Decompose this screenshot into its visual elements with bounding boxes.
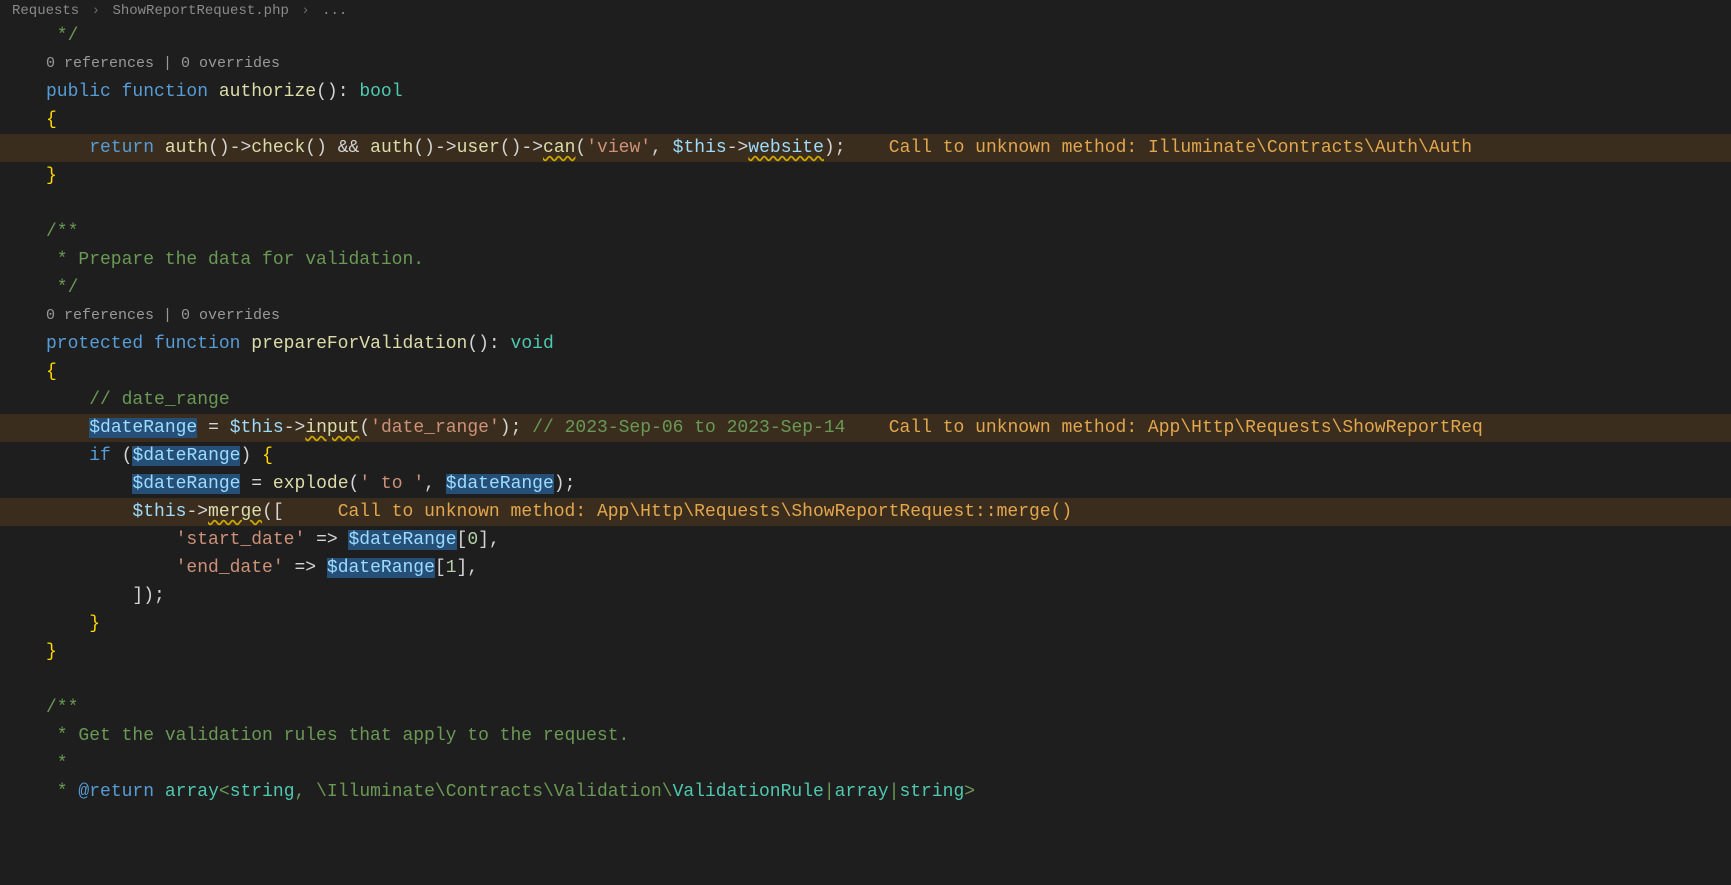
code-line[interactable]: /** (0, 694, 1731, 722)
breadcrumb-item[interactable]: Requests (12, 3, 79, 19)
code-line[interactable]: } (0, 638, 1731, 666)
chevron-right-icon: › (301, 3, 309, 19)
code-line[interactable]: if ($dateRange) { (0, 442, 1731, 470)
code-line[interactable]: } (0, 610, 1731, 638)
code-line[interactable]: $dateRange = explode(' to ', $dateRange)… (0, 470, 1731, 498)
code-line[interactable]: $this->merge([ Call to unknown method: A… (0, 498, 1731, 526)
inline-error[interactable]: Call to unknown method: App\Http\Request… (338, 502, 1073, 522)
code-line[interactable]: 'start_date' => $dateRange[0], (0, 526, 1731, 554)
code-line[interactable]: * Get the validation rules that apply to… (0, 722, 1731, 750)
chevron-right-icon: › (92, 3, 100, 19)
inline-error[interactable]: Call to unknown method: Illuminate\Contr… (889, 138, 1472, 158)
code-line[interactable]: public function authorize(): bool (0, 78, 1731, 106)
codelens[interactable]: 0 references | 0 overrides (0, 302, 1731, 330)
breadcrumb-item[interactable]: ... (322, 3, 347, 19)
code-line[interactable] (0, 666, 1731, 694)
code-line[interactable]: // date_range (0, 386, 1731, 414)
code-line[interactable]: $dateRange = $this->input('date_range');… (0, 414, 1731, 442)
code-line[interactable]: */ (0, 22, 1731, 50)
code-line[interactable]: { (0, 106, 1731, 134)
inline-error[interactable]: Call to unknown method: App\Http\Request… (889, 418, 1483, 438)
code-line[interactable]: } (0, 162, 1731, 190)
code-line[interactable]: */ (0, 274, 1731, 302)
code-line[interactable]: 'end_date' => $dateRange[1], (0, 554, 1731, 582)
breadcrumb-item[interactable]: ShowReportRequest.php (112, 3, 288, 19)
code-line[interactable]: * @return array<string, \Illuminate\Cont… (0, 778, 1731, 806)
code-line[interactable]: ]); (0, 582, 1731, 610)
code-line[interactable]: * Prepare the data for validation. (0, 246, 1731, 274)
codelens[interactable]: 0 references | 0 overrides (0, 50, 1731, 78)
code-line[interactable]: { (0, 358, 1731, 386)
code-editor[interactable]: Requests › ShowReportRequest.php › ... *… (0, 0, 1731, 885)
code-line[interactable]: /** (0, 218, 1731, 246)
code-line[interactable]: return auth()->check() && auth()->user()… (0, 134, 1731, 162)
code-line[interactable] (0, 190, 1731, 218)
code-line[interactable]: * (0, 750, 1731, 778)
code-line[interactable]: protected function prepareForValidation(… (0, 330, 1731, 358)
breadcrumb[interactable]: Requests › ShowReportRequest.php › ... (0, 0, 1731, 22)
